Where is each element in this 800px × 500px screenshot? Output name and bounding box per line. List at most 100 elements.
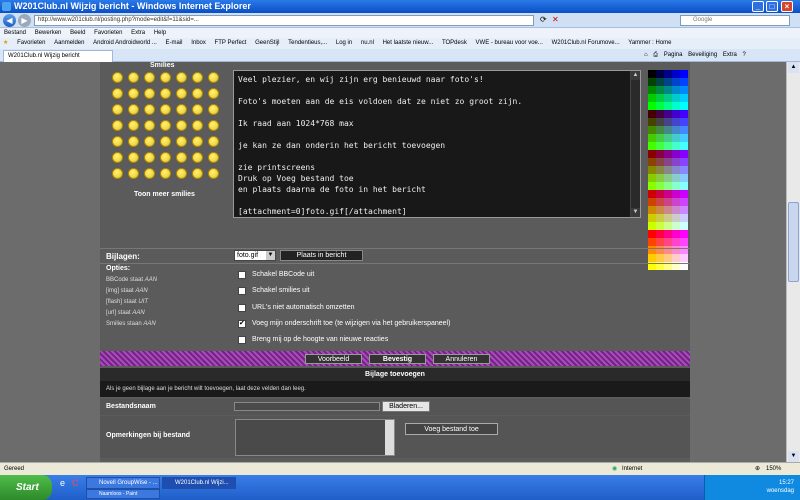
- color-swatch[interactable]: [672, 142, 680, 150]
- smiley-icon[interactable]: [176, 120, 187, 131]
- smiley-icon[interactable]: [112, 120, 123, 131]
- smiley-icon[interactable]: [192, 72, 203, 83]
- fav-item[interactable]: Het laatste nieuw...: [383, 40, 434, 46]
- color-swatch[interactable]: [656, 142, 664, 150]
- scroll-up-icon[interactable]: ▲: [788, 62, 799, 73]
- color-swatch[interactable]: [672, 94, 680, 102]
- color-swatch[interactable]: [672, 254, 680, 262]
- notify-replies-checkbox[interactable]: [238, 336, 246, 344]
- color-swatch[interactable]: [664, 102, 672, 110]
- fav-item[interactable]: Log in: [336, 40, 352, 46]
- color-swatch[interactable]: [680, 126, 688, 134]
- smiley-icon[interactable]: [192, 136, 203, 147]
- fav-item[interactable]: Inbox: [191, 40, 206, 46]
- color-swatch[interactable]: [664, 134, 672, 142]
- color-swatch[interactable]: [648, 118, 656, 126]
- fav-item[interactable]: nu.nl: [361, 40, 374, 46]
- color-swatch[interactable]: [664, 110, 672, 118]
- color-swatch[interactable]: [664, 182, 672, 190]
- smiley-icon[interactable]: [208, 104, 219, 115]
- color-swatch[interactable]: [648, 190, 656, 198]
- place-in-post-button[interactable]: Plaats in bericht: [280, 250, 363, 261]
- color-swatch[interactable]: [680, 94, 688, 102]
- fav-item[interactable]: Android Androidworld ...: [93, 40, 157, 46]
- smiley-icon[interactable]: [128, 104, 139, 115]
- smiley-icon[interactable]: [192, 168, 203, 179]
- color-swatch[interactable]: [680, 238, 688, 246]
- smiley-icon[interactable]: [128, 120, 139, 131]
- color-swatch[interactable]: [680, 254, 688, 262]
- color-swatch[interactable]: [664, 126, 672, 134]
- minimize-button[interactable]: _: [752, 1, 764, 12]
- smiley-icon[interactable]: [160, 136, 171, 147]
- more-smilies-link[interactable]: Toon meer smilies: [134, 191, 195, 198]
- tool-beveiliging[interactable]: Beveiliging: [688, 52, 717, 58]
- smiley-icon[interactable]: [208, 136, 219, 147]
- scroll-up-icon[interactable]: ▲: [631, 71, 640, 80]
- color-swatch[interactable]: [672, 238, 680, 246]
- color-swatch[interactable]: [664, 198, 672, 206]
- zoom-icon[interactable]: ⊕: [755, 463, 760, 475]
- browse-button[interactable]: Bladeren...: [382, 401, 430, 412]
- smiley-icon[interactable]: [112, 136, 123, 147]
- color-swatch[interactable]: [680, 118, 688, 126]
- tool-extra[interactable]: Extra: [723, 52, 737, 58]
- preview-button[interactable]: Voorbeeld: [305, 354, 362, 364]
- color-swatch[interactable]: [648, 230, 656, 238]
- fav-item[interactable]: FTP Perfect: [215, 40, 247, 46]
- color-swatch[interactable]: [648, 158, 656, 166]
- color-swatch[interactable]: [648, 174, 656, 182]
- fav-item[interactable]: Aanmelden: [54, 40, 84, 46]
- color-swatch[interactable]: [672, 78, 680, 86]
- color-swatch[interactable]: [664, 214, 672, 222]
- back-button[interactable]: ◀: [3, 14, 16, 27]
- color-swatch[interactable]: [664, 142, 672, 150]
- color-swatch[interactable]: [672, 70, 680, 78]
- color-swatch[interactable]: [680, 214, 688, 222]
- color-swatch[interactable]: [648, 102, 656, 110]
- color-swatch[interactable]: [656, 254, 664, 262]
- menu-bewerken[interactable]: Bewerken: [35, 30, 62, 36]
- smiley-icon[interactable]: [176, 168, 187, 179]
- smiley-icon[interactable]: [144, 168, 155, 179]
- color-swatch[interactable]: [680, 78, 688, 86]
- attachment-select[interactable]: foto.gif ▼: [234, 250, 276, 261]
- smiley-icon[interactable]: [128, 72, 139, 83]
- color-swatch[interactable]: [664, 166, 672, 174]
- color-swatch[interactable]: [680, 102, 688, 110]
- fav-item[interactable]: W201Club.nl Forumove...: [552, 40, 620, 46]
- smiley-icon[interactable]: [192, 120, 203, 131]
- tool-pagina[interactable]: Pagina: [664, 52, 683, 58]
- message-textarea[interactable]: Veel plezier, en wij zijn erg benieuwd n…: [233, 70, 641, 218]
- smiley-icon[interactable]: [160, 88, 171, 99]
- smiley-icon[interactable]: [144, 88, 155, 99]
- fav-item[interactable]: E-mail: [166, 40, 183, 46]
- color-swatch[interactable]: [656, 174, 664, 182]
- color-swatch[interactable]: [680, 86, 688, 94]
- smiley-icon[interactable]: [208, 88, 219, 99]
- add-file-button[interactable]: Voeg bestand toe: [405, 423, 498, 435]
- smiley-icon[interactable]: [128, 88, 139, 99]
- search-input[interactable]: Google: [680, 15, 790, 26]
- color-swatch[interactable]: [680, 206, 688, 214]
- color-swatch[interactable]: [656, 206, 664, 214]
- color-swatch[interactable]: [656, 78, 664, 86]
- color-swatch[interactable]: [672, 134, 680, 142]
- smiley-icon[interactable]: [160, 120, 171, 131]
- color-swatch[interactable]: [664, 78, 672, 86]
- color-swatch[interactable]: [648, 222, 656, 230]
- quicklaunch-ie-icon[interactable]: e: [60, 478, 65, 488]
- smiley-icon[interactable]: [144, 152, 155, 163]
- comment-scrollbar[interactable]: [385, 420, 394, 455]
- color-swatch[interactable]: [672, 230, 680, 238]
- zoom-level[interactable]: 150%: [766, 463, 781, 475]
- color-swatch[interactable]: [648, 70, 656, 78]
- color-swatch[interactable]: [664, 254, 672, 262]
- color-swatch[interactable]: [648, 214, 656, 222]
- close-button[interactable]: ×: [781, 1, 793, 12]
- color-swatch[interactable]: [680, 198, 688, 206]
- color-swatch[interactable]: [664, 206, 672, 214]
- smiley-icon[interactable]: [176, 72, 187, 83]
- color-swatch[interactable]: [664, 174, 672, 182]
- color-swatch[interactable]: [672, 214, 680, 222]
